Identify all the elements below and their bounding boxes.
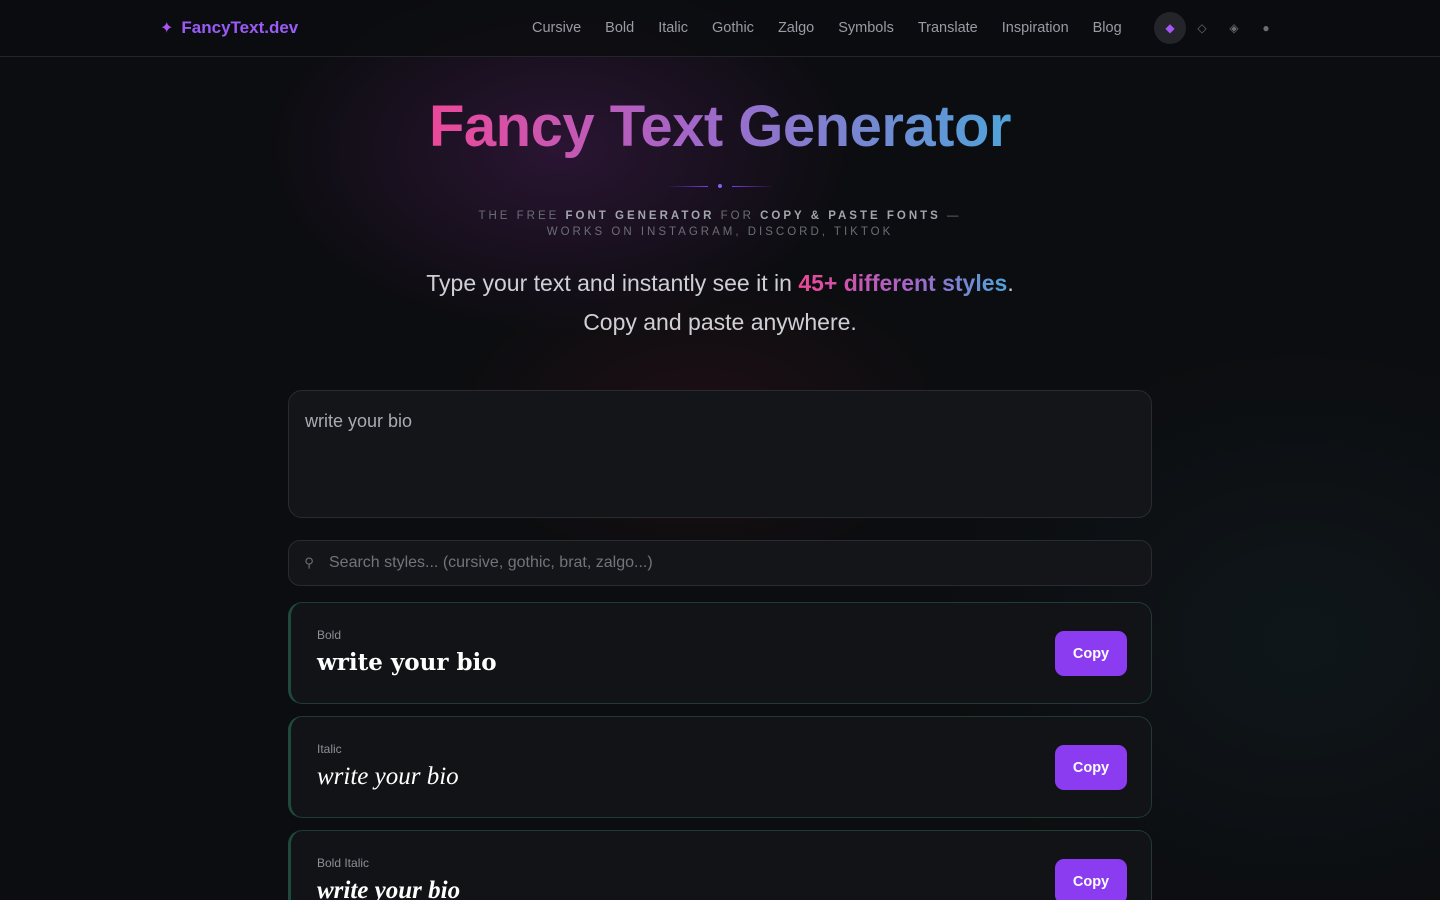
theme-diamond-outline-icon[interactable]: ◇: [1186, 12, 1218, 44]
style-card-bold: Bold write your bio Copy: [288, 602, 1152, 704]
tagline-part: for: [714, 210, 761, 222]
search-icon: ⚲: [304, 555, 314, 570]
divider-line-right: [732, 185, 774, 187]
tagline-bold: font generator: [565, 210, 715, 222]
theme-diamond-dot-icon[interactable]: ◈: [1218, 12, 1250, 44]
theme-switcher: ◆ ◇ ◈ ●: [1154, 12, 1282, 44]
copy-button[interactable]: Copy: [1055, 745, 1127, 790]
style-card-bold-italic: Bold Italic write your bio Copy: [288, 830, 1152, 900]
style-label: Bold: [317, 628, 342, 642]
nav-links: Cursive Bold Italic Gothic Zalgo Symbols…: [532, 18, 1122, 38]
tagline-bold: copy & paste fonts: [760, 210, 941, 222]
nav-link-gothic[interactable]: Gothic: [712, 18, 754, 38]
copy-button[interactable]: Copy: [1055, 631, 1127, 676]
lead-text: Type your text and instantly see it in 4…: [420, 264, 1020, 342]
lead-highlight: 45+ different styles: [798, 270, 1008, 296]
page-title-text: Fancy Text Generator: [428, 94, 1012, 159]
nav-link-italic[interactable]: Italic: [658, 18, 688, 38]
divider-line-left: [666, 185, 708, 187]
lead-before: Type your text and instantly see it in: [426, 270, 799, 296]
search-input[interactable]: [329, 554, 1151, 572]
title-divider: [664, 184, 776, 188]
text-input[interactable]: write your bio: [288, 390, 1152, 518]
divider-dot: [718, 184, 722, 188]
nav-link-zalgo[interactable]: Zalgo: [778, 18, 814, 38]
nav-link-blog[interactable]: Blog: [1093, 18, 1122, 38]
theme-diamond-filled-icon[interactable]: ◆: [1154, 12, 1186, 44]
nav-link-cursive[interactable]: Cursive: [532, 18, 581, 38]
nav-link-bold[interactable]: Bold: [605, 18, 634, 38]
style-label: Italic: [317, 742, 342, 756]
style-search: ⚲: [288, 540, 1152, 586]
theme-circle-icon[interactable]: ●: [1250, 12, 1282, 44]
tagline-part: The free: [478, 210, 566, 222]
style-preview[interactable]: write your bio: [317, 877, 460, 900]
brand-logo[interactable]: ✦ FancyText.dev: [160, 16, 298, 40]
page-title: Fancy Text Generator: [0, 92, 1440, 162]
style-preview[interactable]: write your bio: [317, 649, 497, 676]
nav-link-inspiration[interactable]: Inspiration: [1002, 18, 1069, 38]
nav-link-translate[interactable]: Translate: [918, 18, 978, 38]
style-preview[interactable]: write your bio: [317, 763, 459, 791]
tagline: The free font generator for copy & paste…: [470, 208, 970, 240]
brand-name: FancyText.dev: [181, 18, 299, 37]
nav-link-symbols[interactable]: Symbols: [838, 18, 894, 38]
top-navbar: ✦ FancyText.dev Cursive Bold Italic Goth…: [0, 0, 1440, 57]
style-label: Bold Italic: [317, 856, 370, 870]
copy-button[interactable]: Copy: [1055, 859, 1127, 900]
sparkle-icon: ✦: [160, 20, 174, 37]
style-card-italic: Italic write your bio Copy: [288, 716, 1152, 818]
